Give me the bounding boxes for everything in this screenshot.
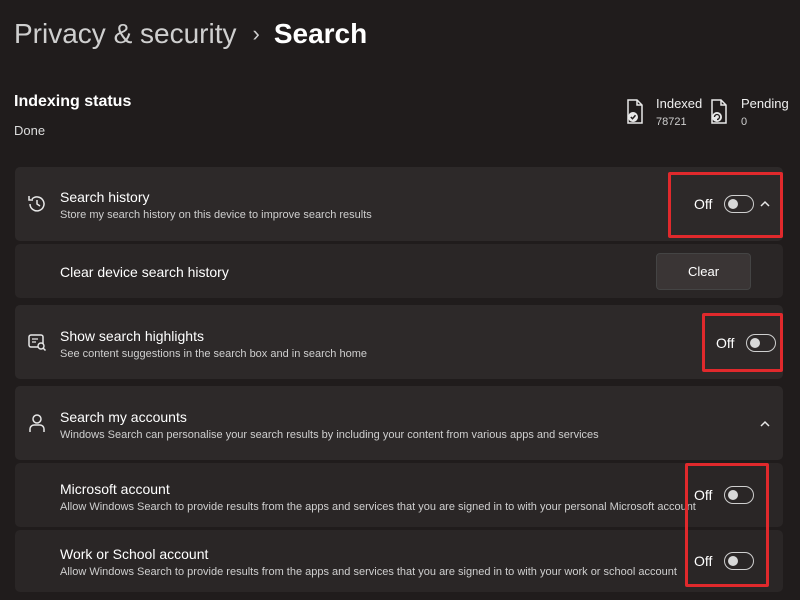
page-title: Search — [273, 18, 368, 49]
indexed-label: Indexed — [656, 96, 703, 111]
search-accounts-description: Windows Search can personalise your sear… — [60, 429, 599, 441]
work-account-description: Allow Windows Search to provide results … — [60, 566, 677, 578]
indexing-status-value: Done — [14, 123, 46, 138]
work-account-toggle-group: Off — [694, 552, 755, 570]
pending-count: 0 — [741, 116, 748, 128]
search-history-description: Store my search history on this device t… — [60, 209, 372, 221]
clear-button[interactable]: Clear — [656, 253, 751, 290]
search-highlights-description: See content suggestions in the search bo… — [60, 348, 367, 360]
pending-label: Pending — [741, 96, 789, 111]
breadcrumb-parent[interactable]: Privacy & security — [14, 18, 237, 50]
search-highlights-toggle-group: Off — [716, 334, 777, 352]
clear-history-label: Clear device search history — [60, 264, 229, 280]
search-history-title: Search history — [60, 189, 150, 205]
chevron-up-icon[interactable] — [758, 417, 772, 431]
indexed-count: 78721 — [656, 116, 687, 128]
toggle-knob — [728, 199, 739, 209]
search-highlights-toggle[interactable] — [746, 334, 777, 352]
indexing-status-title: Indexing status — [14, 93, 132, 110]
search-history-toggle-group: Off — [694, 195, 755, 213]
search-highlights-icon — [28, 334, 47, 352]
document-check-icon — [627, 99, 643, 124]
microsoft-account-toggle-label: Off — [694, 487, 713, 503]
breadcrumb-separator: › — [252, 21, 260, 46]
chevron-up-icon[interactable] — [758, 197, 772, 211]
document-sync-icon — [711, 99, 727, 124]
microsoft-account-title: Microsoft account — [60, 481, 170, 497]
person-icon — [29, 414, 45, 432]
search-highlights-toggle-label: Off — [716, 335, 735, 351]
history-icon — [28, 196, 45, 212]
search-accounts-title: Search my accounts — [60, 409, 187, 425]
microsoft-account-toggle[interactable] — [724, 486, 755, 504]
work-account-toggle[interactable] — [724, 552, 755, 570]
microsoft-account-toggle-group: Off — [694, 486, 755, 504]
breadcrumb: Privacy & security › Search — [14, 14, 367, 54]
work-account-title: Work or School account — [60, 546, 209, 562]
search-history-toggle-label: Off — [694, 196, 713, 212]
work-account-toggle-label: Off — [694, 553, 713, 569]
toggle-knob — [728, 556, 739, 566]
microsoft-account-description: Allow Windows Search to provide results … — [60, 501, 696, 513]
search-highlights-title: Show search highlights — [60, 328, 204, 344]
toggle-knob — [750, 338, 761, 348]
toggle-knob — [728, 490, 739, 500]
search-history-toggle[interactable] — [724, 195, 755, 213]
